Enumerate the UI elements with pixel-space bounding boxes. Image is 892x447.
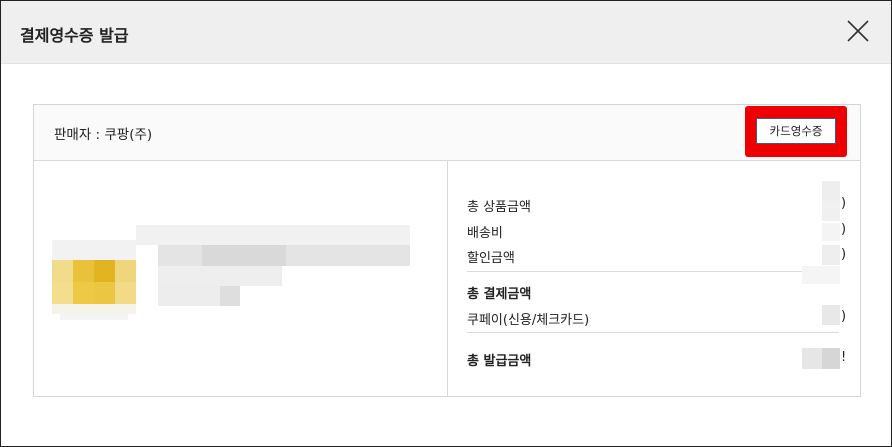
discount-amount-tail: ) xyxy=(841,247,847,262)
discount-amount-blurred xyxy=(822,245,840,265)
total-product-amount-blurred xyxy=(822,201,840,221)
divider xyxy=(467,332,839,333)
close-button[interactable] xyxy=(844,17,872,45)
card-receipt-highlight: 카드영수증 xyxy=(745,106,847,157)
seller-label: 판매자 : 쿠팡(주) xyxy=(54,127,153,143)
total-product-label: 총 상품금액 xyxy=(467,200,531,215)
shipping-amount-blurred xyxy=(822,223,840,241)
receipt-box: 판매자 : 쿠팡(주) 카드영수증 총 상품금액 배송비 할인금액 총 결제금액… xyxy=(33,104,861,397)
total-issued-label: 총 발급금액 xyxy=(467,354,532,369)
payment-method-label: 쿠페이(신용/체크카드) xyxy=(467,313,590,328)
card-receipt-button[interactable]: 카드영수증 xyxy=(756,118,836,144)
payment-method-amount-blurred xyxy=(822,305,840,325)
total-product-amount-blurred xyxy=(822,181,840,201)
receipt-modal: 결제영수증 발급 판매자 : 쿠팡(주) 카드영수증 총 상품금액 배송비 할인… xyxy=(0,0,892,447)
shipping-label: 배송비 xyxy=(467,226,503,241)
modal-header: 결제영수증 발급 xyxy=(1,1,891,64)
close-icon xyxy=(847,20,869,42)
modal-title: 결제영수증 발급 xyxy=(20,26,129,45)
product-thumbnail xyxy=(52,240,136,320)
total-product-amount-tail: ) xyxy=(841,196,847,211)
total-issued-amount-tail: ! xyxy=(841,350,847,365)
payment-method-amount-tail: ) xyxy=(841,309,847,324)
seller-row: 판매자 : 쿠팡(주) 카드영수증 xyxy=(34,105,860,161)
divider xyxy=(467,271,839,272)
amount-panel: 총 상품금액 배송비 할인금액 총 결제금액 쿠페이(신용/체크카드) 총 발급… xyxy=(448,161,860,396)
total-payment-label: 총 결제금액 xyxy=(467,287,532,302)
shipping-amount-tail: ) xyxy=(841,222,847,237)
product-panel xyxy=(34,161,448,396)
discount-label: 할인금액 xyxy=(467,251,515,266)
total-issued-amount-blurred xyxy=(822,348,840,369)
total-payment-amount-blurred xyxy=(802,266,840,284)
